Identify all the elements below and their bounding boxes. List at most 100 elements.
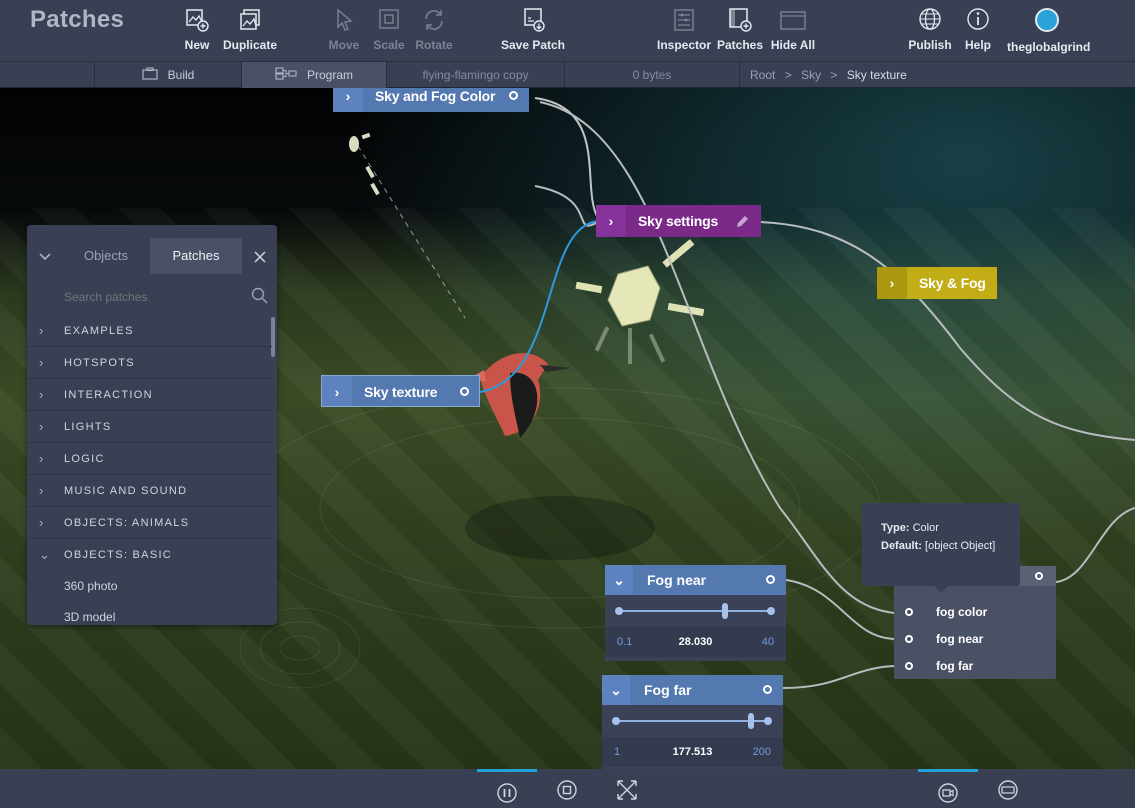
slider-thumb[interactable]	[747, 713, 754, 729]
save-patch-label: Save Patch	[500, 38, 566, 52]
output-port[interactable]	[766, 575, 775, 584]
category-objects-animals[interactable]: › OBJECTS: ANIMALS	[27, 507, 272, 539]
chevron-right-icon: ›	[39, 387, 44, 402]
chevron-right-icon: ›	[39, 483, 44, 498]
record-video-button[interactable]	[918, 769, 978, 808]
rotate-button[interactable]: Rotate	[394, 6, 474, 52]
fog-near-slider[interactable]	[615, 603, 775, 619]
help-label: Help	[964, 38, 991, 52]
user-account-button[interactable]: theglobalgrind	[1007, 6, 1090, 54]
input-fog-color[interactable]: fog color	[894, 599, 1056, 625]
sky-settings-node[interactable]: › Sky settings	[596, 205, 761, 237]
new-icon	[182, 6, 212, 34]
breadcrumb-current[interactable]: Sky texture	[847, 68, 907, 82]
send-to-device-button[interactable]	[978, 769, 1038, 808]
node-label: Sky and Fog Color	[375, 88, 496, 104]
sky-and-fog-node[interactable]: › Sky & Fog	[877, 267, 997, 299]
slider-min-handle	[612, 717, 620, 725]
hide-all-button[interactable]: Hide All	[753, 6, 833, 52]
expand-chevron-icon[interactable]: ›	[333, 88, 363, 112]
directional-light-gizmo	[575, 239, 705, 364]
expand-chevron-icon[interactable]: ›	[596, 205, 626, 237]
category-examples[interactable]: › EXAMPLES	[27, 315, 272, 347]
duplicate-icon	[235, 6, 265, 34]
input-fog-far[interactable]: fog far	[894, 653, 1056, 679]
category-lights[interactable]: › LIGHTS	[27, 411, 272, 443]
input-port[interactable]	[905, 635, 913, 643]
fog-near-node[interactable]: ⌄ Fog near 0.1 28.030 40	[605, 565, 786, 661]
program-tab[interactable]: Program	[241, 62, 386, 88]
breadcrumb-separator: >	[830, 68, 838, 82]
expand-chevron-icon[interactable]: ›	[322, 376, 352, 406]
tab-patches[interactable]: Patches	[150, 238, 242, 274]
tooltip-default-label: Default:	[881, 540, 922, 552]
fullscreen-button[interactable]	[597, 769, 657, 808]
expand-chevron-icon[interactable]: ›	[877, 267, 907, 299]
chevron-down-icon: ⌄	[39, 547, 50, 562]
category-logic[interactable]: › LOGIC	[27, 443, 272, 475]
separator	[739, 62, 740, 88]
output-port[interactable]	[460, 387, 469, 396]
category-objects-basic[interactable]: ⌄ OBJECTS: BASIC	[27, 539, 272, 571]
search-icon[interactable]	[251, 287, 268, 309]
sky-and-fog-color-node[interactable]: › Sky and Fog Color	[333, 88, 529, 112]
new-label: New	[184, 38, 210, 52]
collapse-chevron-icon[interactable]	[27, 238, 62, 274]
breadcrumb-root[interactable]: Root	[750, 68, 775, 82]
build-tab[interactable]: Build	[94, 62, 241, 88]
spark-ar-window: Patches New Duplicate Move Scale Rotate …	[0, 0, 1135, 808]
output-port[interactable]	[763, 685, 772, 694]
fog-far-slider[interactable]	[612, 713, 772, 729]
category-label: HOTSPOTS	[64, 357, 135, 369]
max-value: 200	[752, 746, 771, 758]
patches-library-panel: Objects Patches › EXAMPLES › HOTSPOTS › INT…	[27, 225, 277, 625]
close-icon[interactable]	[242, 238, 277, 274]
top-toolbar: Patches New Duplicate Move Scale Rotate …	[0, 0, 1135, 62]
fog-far-header[interactable]: ⌄ Fog far	[602, 675, 783, 705]
slider-thumb[interactable]	[722, 603, 729, 619]
collapse-chevron-icon[interactable]: ⌄	[605, 565, 633, 595]
stop-button[interactable]	[537, 769, 597, 808]
category-label: MUSIC AND SOUND	[64, 485, 188, 497]
pencil-icon[interactable]	[734, 205, 750, 237]
collapse-chevron-icon[interactable]: ⌄	[602, 675, 630, 705]
build-label: Build	[167, 68, 195, 82]
current-value[interactable]: 28.030	[605, 627, 786, 657]
program-nodes-icon	[275, 63, 297, 89]
category-label: EXAMPLES	[64, 325, 134, 337]
fog-near-header[interactable]: ⌄ Fog near	[605, 565, 786, 595]
sky-texture-node[interactable]: › Sky texture	[321, 375, 480, 407]
max-value: 40	[761, 636, 774, 648]
fog-near-values: 0.1 28.030 40	[605, 627, 786, 657]
tooltip-type-line: Type: Color	[881, 519, 1020, 537]
save-patch-icon	[518, 6, 548, 34]
input-label: fog near	[936, 632, 984, 646]
search-patches-input[interactable]	[27, 280, 277, 314]
input-port[interactable]	[905, 608, 913, 616]
category-interaction[interactable]: › INTERACTION	[27, 379, 272, 411]
port-type-tooltip: Type: Color Default: [object Object]	[862, 503, 1020, 593]
patch-item-360-photo[interactable]: 360 photo	[27, 571, 272, 602]
input-port[interactable]	[905, 662, 913, 670]
output-port[interactable]	[1035, 572, 1043, 580]
duplicate-button[interactable]: Duplicate	[210, 6, 290, 52]
tab-objects[interactable]: Objects	[62, 238, 150, 274]
slider-max-handle	[767, 607, 775, 615]
save-patch-button[interactable]: Save Patch	[493, 6, 573, 52]
patches-icon	[725, 6, 755, 34]
fog-near-title: Fog near	[647, 572, 707, 588]
help-button[interactable]: Help	[938, 6, 1018, 52]
expand-icon	[617, 780, 637, 800]
output-port[interactable]	[509, 91, 518, 100]
rotate-icon	[419, 6, 449, 34]
fog-far-values: 1 177.513 200	[602, 737, 783, 767]
node-label: Sky settings	[638, 213, 719, 229]
program-label: Program	[306, 68, 353, 82]
category-music-and-sound[interactable]: › MUSIC AND SOUND	[27, 475, 272, 507]
patch-item-3d-model[interactable]: 3D model	[27, 602, 272, 625]
input-fog-near[interactable]: fog near	[894, 626, 1056, 652]
category-hotspots[interactable]: › HOTSPOTS	[27, 347, 272, 379]
breadcrumb-sky[interactable]: Sky	[801, 68, 821, 82]
fog-far-node[interactable]: ⌄ Fog far 1 177.513 200	[602, 675, 783, 769]
pause-button[interactable]	[477, 769, 537, 808]
